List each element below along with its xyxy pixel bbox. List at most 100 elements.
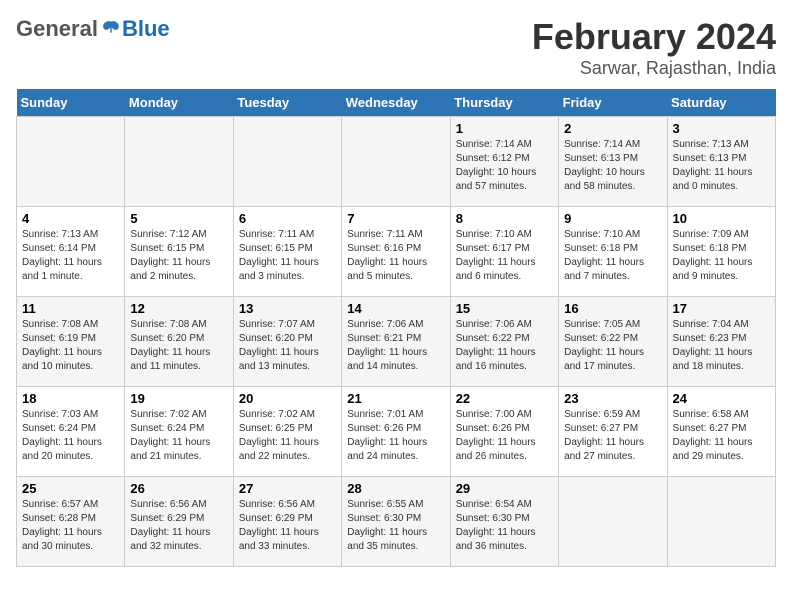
week-row-5: 25 Sunrise: 6:57 AM Sunset: 6:28 PM Dayli… [17, 477, 776, 567]
day-info: Sunrise: 7:13 AM Sunset: 6:14 PM Dayligh… [22, 228, 119, 284]
day-info: Sunrise: 6:55 AM Sunset: 6:30 PM Dayligh… [347, 498, 444, 554]
day-header-tuesday: Tuesday [233, 89, 341, 117]
day-number: 1 [456, 121, 553, 136]
day-number: 16 [564, 301, 661, 316]
week-row-3: 11Sunrise: 7:08 AM Sunset: 6:19 PM Dayli… [17, 297, 776, 387]
day-number: 4 [22, 211, 119, 226]
logo-blue: Blue [122, 16, 170, 42]
day-info: Sunrise: 7:00 AM Sunset: 6:26 PM Dayligh… [456, 408, 553, 464]
day-info: Sunrise: 7:08 AM Sunset: 6:20 PM Dayligh… [130, 318, 227, 374]
day-info: Sunrise: 7:14 AM Sunset: 6:13 PM Dayligh… [564, 138, 661, 194]
day-number: 14 [347, 301, 444, 316]
day-info: Sunrise: 7:10 AM Sunset: 6:18 PM Dayligh… [564, 228, 661, 284]
day-number: 26 [130, 481, 227, 496]
calendar-cell: 1 Sunrise: 7:14 AM Sunset: 6:12 PM Daylig… [450, 117, 558, 207]
day-number: 15 [456, 301, 553, 316]
day-number: 18 [22, 391, 119, 406]
day-header-saturday: Saturday [667, 89, 775, 117]
calendar-body: 1 Sunrise: 7:14 AM Sunset: 6:12 PM Daylig… [17, 117, 776, 567]
day-info: Sunrise: 7:07 AM Sunset: 6:20 PM Dayligh… [239, 318, 336, 374]
day-info: Sunrise: 6:56 AM Sunset: 6:29 PM Dayligh… [239, 498, 336, 554]
day-info: Sunrise: 7:14 AM Sunset: 6:12 PM Dayligh… [456, 138, 553, 194]
day-info: Sunrise: 7:03 AM Sunset: 6:24 PM Dayligh… [22, 408, 119, 464]
day-number: 8 [456, 211, 553, 226]
day-number: 19 [130, 391, 227, 406]
calendar-cell [233, 117, 341, 207]
page-header: General Blue February 2024 Sarwar, Rajas… [16, 16, 776, 79]
week-row-2: 4 Sunrise: 7:13 AM Sunset: 6:14 PM Daylig… [17, 207, 776, 297]
calendar-cell: 3 Sunrise: 7:13 AM Sunset: 6:13 PM Daylig… [667, 117, 775, 207]
day-info: Sunrise: 7:06 AM Sunset: 6:22 PM Dayligh… [456, 318, 553, 374]
day-number: 27 [239, 481, 336, 496]
title-section: February 2024 Sarwar, Rajasthan, India [532, 16, 776, 79]
day-number: 23 [564, 391, 661, 406]
day-info: Sunrise: 7:11 AM Sunset: 6:15 PM Dayligh… [239, 228, 336, 284]
calendar-cell: 9 Sunrise: 7:10 AM Sunset: 6:18 PM Daylig… [559, 207, 667, 297]
calendar-cell [559, 477, 667, 567]
calendar-cell [342, 117, 450, 207]
calendar-cell: 2 Sunrise: 7:14 AM Sunset: 6:13 PM Daylig… [559, 117, 667, 207]
logo-general: General [16, 16, 98, 42]
day-number: 13 [239, 301, 336, 316]
calendar-cell: 13 Sunrise: 7:07 AM Sunset: 6:20 PM Dayli… [233, 297, 341, 387]
day-number: 17 [673, 301, 770, 316]
day-number: 3 [673, 121, 770, 136]
day-number: 6 [239, 211, 336, 226]
calendar-cell: 23 Sunrise: 6:59 AM Sunset: 6:27 PM Dayli… [559, 387, 667, 477]
calendar-cell: 4 Sunrise: 7:13 AM Sunset: 6:14 PM Daylig… [17, 207, 125, 297]
calendar-cell: 17Sunrise: 7:04 AM Sunset: 6:23 PM Dayli… [667, 297, 775, 387]
calendar-table: SundayMondayTuesdayWednesdayThursdayFrid… [16, 89, 776, 567]
day-info: Sunrise: 7:05 AM Sunset: 6:22 PM Dayligh… [564, 318, 661, 374]
calendar-cell: 7 Sunrise: 7:11 AM Sunset: 6:16 PM Daylig… [342, 207, 450, 297]
calendar-cell: 20Sunrise: 7:02 AM Sunset: 6:25 PM Dayli… [233, 387, 341, 477]
day-info: Sunrise: 7:01 AM Sunset: 6:26 PM Dayligh… [347, 408, 444, 464]
calendar-cell: 27 Sunrise: 6:56 AM Sunset: 6:29 PM Dayli… [233, 477, 341, 567]
day-header-wednesday: Wednesday [342, 89, 450, 117]
day-info: Sunrise: 6:56 AM Sunset: 6:29 PM Dayligh… [130, 498, 227, 554]
calendar-cell: 14 Sunrise: 7:06 AM Sunset: 6:21 PM Dayli… [342, 297, 450, 387]
calendar-cell: 12Sunrise: 7:08 AM Sunset: 6:20 PM Dayli… [125, 297, 233, 387]
calendar-cell: 21Sunrise: 7:01 AM Sunset: 6:26 PM Dayli… [342, 387, 450, 477]
day-info: Sunrise: 7:10 AM Sunset: 6:17 PM Dayligh… [456, 228, 553, 284]
day-header-thursday: Thursday [450, 89, 558, 117]
calendar-cell: 22 Sunrise: 7:00 AM Sunset: 6:26 PM Dayli… [450, 387, 558, 477]
day-number: 22 [456, 391, 553, 406]
day-info: Sunrise: 7:13 AM Sunset: 6:13 PM Dayligh… [673, 138, 770, 194]
day-number: 10 [673, 211, 770, 226]
calendar-cell: 11Sunrise: 7:08 AM Sunset: 6:19 PM Dayli… [17, 297, 125, 387]
logo: General Blue [16, 16, 170, 42]
calendar-cell: 19Sunrise: 7:02 AM Sunset: 6:24 PM Dayli… [125, 387, 233, 477]
calendar-cell: 28 Sunrise: 6:55 AM Sunset: 6:30 PM Dayli… [342, 477, 450, 567]
day-number: 5 [130, 211, 227, 226]
calendar-cell: 8 Sunrise: 7:10 AM Sunset: 6:17 PM Daylig… [450, 207, 558, 297]
day-number: 28 [347, 481, 444, 496]
day-info: Sunrise: 7:08 AM Sunset: 6:19 PM Dayligh… [22, 318, 119, 374]
day-number: 20 [239, 391, 336, 406]
day-number: 7 [347, 211, 444, 226]
calendar-cell: 26 Sunrise: 6:56 AM Sunset: 6:29 PM Dayli… [125, 477, 233, 567]
day-info: Sunrise: 7:11 AM Sunset: 6:16 PM Dayligh… [347, 228, 444, 284]
calendar-header: SundayMondayTuesdayWednesdayThursdayFrid… [17, 89, 776, 117]
day-number: 25 [22, 481, 119, 496]
main-title: February 2024 [532, 16, 776, 58]
calendar-cell [125, 117, 233, 207]
week-row-4: 18 Sunrise: 7:03 AM Sunset: 6:24 PM Dayli… [17, 387, 776, 477]
calendar-cell [667, 477, 775, 567]
calendar-cell: 6 Sunrise: 7:11 AM Sunset: 6:15 PM Daylig… [233, 207, 341, 297]
day-header-monday: Monday [125, 89, 233, 117]
day-number: 9 [564, 211, 661, 226]
day-info: Sunrise: 6:59 AM Sunset: 6:27 PM Dayligh… [564, 408, 661, 464]
day-number: 2 [564, 121, 661, 136]
day-number: 24 [673, 391, 770, 406]
day-number: 29 [456, 481, 553, 496]
day-info: Sunrise: 6:54 AM Sunset: 6:30 PM Dayligh… [456, 498, 553, 554]
day-info: Sunrise: 7:06 AM Sunset: 6:21 PM Dayligh… [347, 318, 444, 374]
subtitle: Sarwar, Rajasthan, India [532, 58, 776, 79]
calendar-cell: 5 Sunrise: 7:12 AM Sunset: 6:15 PM Daylig… [125, 207, 233, 297]
calendar-cell: 18 Sunrise: 7:03 AM Sunset: 6:24 PM Dayli… [17, 387, 125, 477]
calendar-cell: 16 Sunrise: 7:05 AM Sunset: 6:22 PM Dayli… [559, 297, 667, 387]
day-info: Sunrise: 7:12 AM Sunset: 6:15 PM Dayligh… [130, 228, 227, 284]
day-info: Sunrise: 6:57 AM Sunset: 6:28 PM Dayligh… [22, 498, 119, 554]
week-row-1: 1 Sunrise: 7:14 AM Sunset: 6:12 PM Daylig… [17, 117, 776, 207]
calendar-cell: 24Sunrise: 6:58 AM Sunset: 6:27 PM Dayli… [667, 387, 775, 477]
